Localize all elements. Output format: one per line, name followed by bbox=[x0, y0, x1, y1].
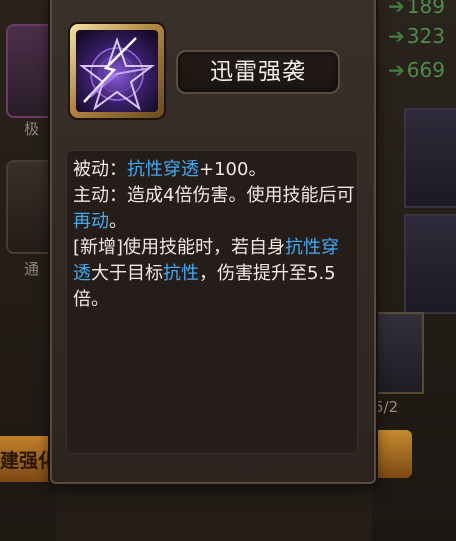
new-text: [新增]使用技能时，若自身 bbox=[73, 237, 286, 258]
stat-row: ➔ 669 bbox=[388, 58, 445, 82]
passive-value: +100。 bbox=[199, 159, 267, 180]
character-portrait[interactable] bbox=[368, 312, 424, 394]
skill-icon-frame bbox=[70, 24, 164, 118]
keyword-resist-pierce: 抗性穿透 bbox=[127, 159, 199, 180]
bg-slot-2-label: 通 bbox=[24, 260, 40, 278]
skill-description-box: 被动：抗性穿透+100。 主动：造成4倍伤害。使用技能后可再动。 [新增]使用技… bbox=[66, 150, 358, 454]
bg-card-2[interactable] bbox=[404, 214, 456, 314]
stat-row: ➔ 189 bbox=[388, 0, 445, 18]
keyword-resist: 抗性 bbox=[163, 263, 199, 284]
bg-card-1[interactable] bbox=[404, 108, 456, 208]
new-text-mid: 大于目标 bbox=[91, 263, 163, 284]
skill-name-plate: 迅雷强袭 bbox=[176, 50, 340, 94]
arrow-right-icon: ➔ bbox=[388, 58, 405, 82]
arrow-right-icon: ➔ bbox=[388, 0, 405, 18]
active-text: 主动：造成4倍伤害。使用技能后可 bbox=[73, 185, 355, 206]
passive-label: 被动： bbox=[73, 159, 127, 180]
stat-value: 323 bbox=[406, 24, 445, 48]
keyword-reaction: 再动 bbox=[73, 211, 109, 232]
enhance-button-label: 建强化 bbox=[0, 450, 58, 472]
purple-lightning-star-icon bbox=[76, 30, 158, 112]
skill-description: 被动：抗性穿透+100。 主动：造成4倍伤害。使用技能后可再动。 [新增]使用技… bbox=[73, 157, 355, 313]
stat-row: ➔ 323 bbox=[388, 24, 445, 48]
active-end: 。 bbox=[109, 211, 127, 232]
stat-value: 189 bbox=[406, 0, 445, 18]
skill-name: 迅雷强袭 bbox=[210, 59, 306, 85]
bg-slot-1-label: 极 bbox=[24, 120, 40, 138]
skill-tooltip: 迅雷强袭 被动：抗性穿透+100。 主动：造成4倍伤害。使用技能后可再动。 [新… bbox=[50, 0, 376, 484]
right-button[interactable] bbox=[372, 430, 412, 478]
count-label: 5/2 bbox=[374, 398, 399, 416]
arrow-right-icon: ➔ bbox=[388, 24, 405, 48]
stat-value: 669 bbox=[406, 58, 445, 82]
